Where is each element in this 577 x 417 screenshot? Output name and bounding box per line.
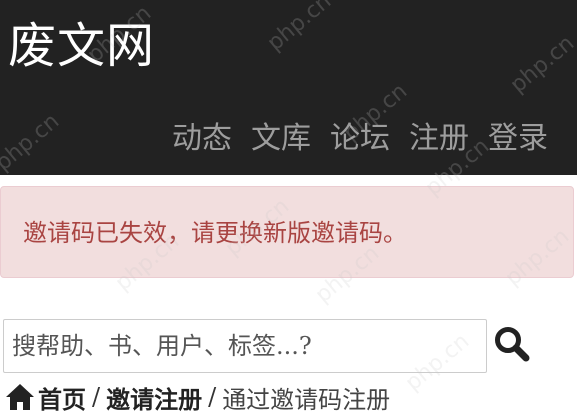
nav-link-forum[interactable]: 论坛 [330,118,390,160]
breadcrumb: 首页 / 邀请注册 / 通过邀请码注册 [4,377,390,417]
breadcrumb-separator: / [208,383,217,411]
breadcrumb-separator: / [92,383,101,411]
nav-link-register[interactable]: 注册 [409,118,469,160]
alert-message: 邀请码已失效，请更换新版邀请码。 [23,219,407,247]
site-header: 废文网 动态 文库 论坛 注册 登录 [0,0,577,175]
nav-link-dynamics[interactable]: 动态 [172,118,232,160]
nav-link-library[interactable]: 文库 [251,118,311,160]
breadcrumb-current: 通过邀请码注册 [222,385,391,414]
error-alert: 邀请码已失效，请更换新版邀请码。 [0,186,574,278]
search-icon[interactable] [490,322,536,368]
breadcrumb-home[interactable]: 首页 [38,380,86,415]
site-logo[interactable]: 废文网 [8,16,155,76]
search-input[interactable] [3,319,487,373]
home-icon[interactable] [4,382,36,412]
main-nav: 动态 文库 论坛 注册 登录 [172,118,548,160]
nav-link-login[interactable]: 登录 [488,118,548,160]
breadcrumb-invite-register[interactable]: 邀请注册 [106,380,202,415]
